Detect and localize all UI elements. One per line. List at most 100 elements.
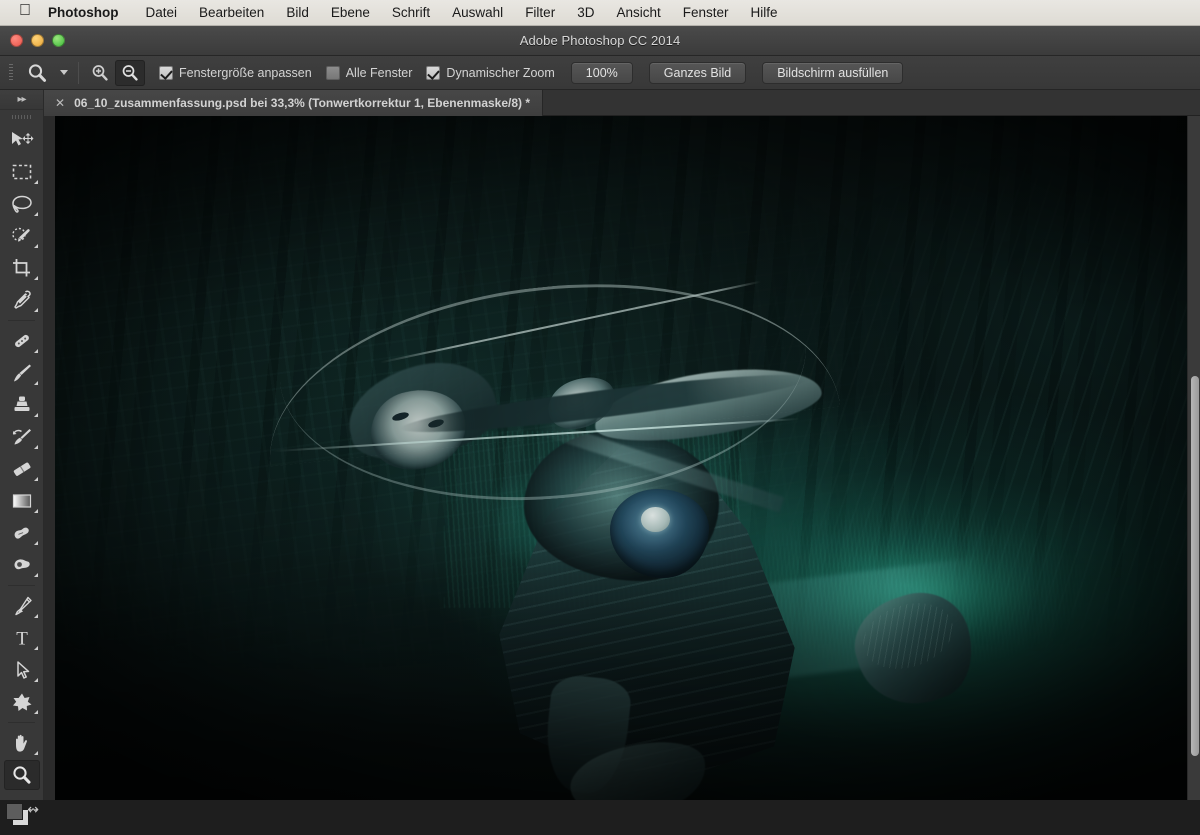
clone-stamp-tool[interactable] xyxy=(0,389,43,421)
lasso-tool[interactable] xyxy=(0,188,43,220)
quick-selection-tool[interactable] xyxy=(0,220,43,252)
dodge-icon xyxy=(10,554,34,576)
document-tab-bar: ✕ 06_10_zusammenfassung.psd bei 33,3% (T… xyxy=(44,90,1200,116)
options-bar-grip[interactable] xyxy=(4,56,18,90)
menu-item-3d[interactable]: 3D xyxy=(566,0,605,26)
color-swatches[interactable]: ↭ xyxy=(0,795,43,835)
zoom-out-icon[interactable] xyxy=(115,60,145,86)
gradient-tool[interactable] xyxy=(0,485,43,517)
type-T-icon: T xyxy=(10,627,34,649)
tools-divider-2 xyxy=(8,585,35,586)
button-ganzes-bild[interactable]: Ganzes Bild xyxy=(649,62,746,84)
foreground-color-swatch[interactable] xyxy=(6,803,23,820)
mac-menu-bar:  Photoshop Datei Bearbeiten Bild Ebene … xyxy=(0,0,1200,26)
checkbox-box-dynamischer-zoom[interactable] xyxy=(426,66,440,80)
menu-item-ansicht[interactable]: Ansicht xyxy=(605,0,671,26)
checkbox-label-fenstergroesse: Fenstergröße anpassen xyxy=(179,66,312,80)
menu-item-datei[interactable]: Datei xyxy=(135,0,189,26)
artwork-vignette xyxy=(55,116,1200,800)
document-tab[interactable]: ✕ 06_10_zusammenfassung.psd bei 33,3% (T… xyxy=(44,90,543,116)
pen-icon xyxy=(10,595,34,617)
options-divider-1 xyxy=(78,62,79,84)
brush-tool[interactable] xyxy=(0,357,43,389)
gradient-icon xyxy=(10,490,34,512)
eraser-icon xyxy=(10,458,34,480)
apple-logo-icon[interactable]:  xyxy=(12,3,38,22)
canvas-vertical-scrollbar-thumb[interactable] xyxy=(1191,376,1199,756)
checkbox-dynamischer-zoom[interactable]: Dynamischer Zoom xyxy=(426,66,554,80)
path-arrow-icon xyxy=(10,659,34,681)
window-close-button[interactable] xyxy=(10,34,23,47)
move-tool[interactable] xyxy=(0,124,43,156)
checkbox-box-alle-fenster[interactable] xyxy=(326,66,340,80)
double-chevron-right-icon[interactable]: ▸▸ xyxy=(0,90,43,110)
hand-tool[interactable] xyxy=(0,727,43,759)
window-minimize-button[interactable] xyxy=(31,34,44,47)
menu-item-filter[interactable]: Filter xyxy=(514,0,566,26)
tool-submenu-indicator xyxy=(34,413,38,417)
window-maximize-button[interactable] xyxy=(52,34,65,47)
close-tab-icon[interactable]: ✕ xyxy=(55,96,65,110)
tool-submenu-indicator xyxy=(34,614,38,618)
healing-brush-icon xyxy=(10,330,34,352)
tool-submenu-indicator xyxy=(34,573,38,577)
menu-item-ebene[interactable]: Ebene xyxy=(320,0,381,26)
options-bar: Fenstergröße anpassen Alle Fenster Dynam… xyxy=(0,56,1200,90)
menu-item-schrift[interactable]: Schrift xyxy=(381,0,441,26)
healing-brush-tool[interactable] xyxy=(0,325,43,357)
tool-submenu-indicator xyxy=(34,445,38,449)
document-area: ✕ 06_10_zusammenfassung.psd bei 33,3% (T… xyxy=(44,90,1200,800)
tool-preset-chevron-down-icon[interactable] xyxy=(56,60,72,86)
tools-divider-3 xyxy=(8,722,35,723)
blur-finger-icon xyxy=(10,522,34,544)
custom-shape-tool[interactable] xyxy=(0,686,43,718)
tools-panel: ▸▸ xyxy=(0,90,44,800)
tool-submenu-indicator xyxy=(34,710,38,714)
zoom-tool-icon[interactable] xyxy=(18,60,56,86)
tool-submenu-indicator xyxy=(34,349,38,353)
menu-item-fenster[interactable]: Fenster xyxy=(672,0,740,26)
menu-item-bearbeiten[interactable]: Bearbeiten xyxy=(188,0,275,26)
custom-shape-icon xyxy=(10,691,34,713)
document-tab-title: 06_10_zusammenfassung.psd bei 33,3% (Ton… xyxy=(74,96,530,110)
checkbox-fenstergroesse-anpassen[interactable]: Fenstergröße anpassen xyxy=(159,66,312,80)
lasso-icon xyxy=(10,193,34,215)
eyedropper-tool[interactable] xyxy=(0,284,43,316)
button-bildschirm-ausfuellen[interactable]: Bildschirm ausfüllen xyxy=(762,62,903,84)
type-tool[interactable]: T xyxy=(0,622,43,654)
tool-submenu-indicator xyxy=(34,381,38,385)
path-selection-tool[interactable] xyxy=(0,654,43,686)
brush-icon xyxy=(10,362,34,384)
swap-colors-icon[interactable]: ↭ xyxy=(27,801,39,818)
menu-item-photoshop[interactable]: Photoshop xyxy=(38,0,135,26)
rectangular-marquee-icon xyxy=(10,161,34,183)
quick-selection-icon xyxy=(10,225,34,247)
pen-tool[interactable] xyxy=(0,590,43,622)
blur-tool[interactable] xyxy=(0,517,43,549)
eraser-tool[interactable] xyxy=(0,453,43,485)
rectangular-marquee-tool[interactable] xyxy=(0,156,43,188)
history-brush-tool[interactable] xyxy=(0,421,43,453)
tool-submenu-indicator xyxy=(34,509,38,513)
menu-item-bild[interactable]: Bild xyxy=(275,0,320,26)
dodge-tool[interactable] xyxy=(0,549,43,581)
crop-tool[interactable] xyxy=(0,252,43,284)
canvas-vertical-scrollbar[interactable] xyxy=(1187,116,1200,800)
zoom-in-icon[interactable] xyxy=(85,60,115,86)
hand-icon xyxy=(10,732,34,754)
tool-submenu-indicator xyxy=(34,751,38,755)
menu-item-hilfe[interactable]: Hilfe xyxy=(740,0,789,26)
history-brush-icon xyxy=(10,426,34,448)
tool-submenu-indicator xyxy=(34,646,38,650)
tool-submenu-indicator xyxy=(34,308,38,312)
image-canvas[interactable] xyxy=(55,116,1200,800)
traffic-lights xyxy=(10,34,65,47)
tool-submenu-indicator xyxy=(34,678,38,682)
zoom-tool[interactable] xyxy=(0,759,43,791)
checkbox-box-fenstergroesse[interactable] xyxy=(159,66,173,80)
menu-item-auswahl[interactable]: Auswahl xyxy=(441,0,514,26)
button-100-percent[interactable]: 100% xyxy=(571,62,633,84)
tools-divider-1 xyxy=(8,320,35,321)
tools-panel-grip[interactable] xyxy=(0,110,43,124)
checkbox-alle-fenster[interactable]: Alle Fenster xyxy=(326,66,413,80)
